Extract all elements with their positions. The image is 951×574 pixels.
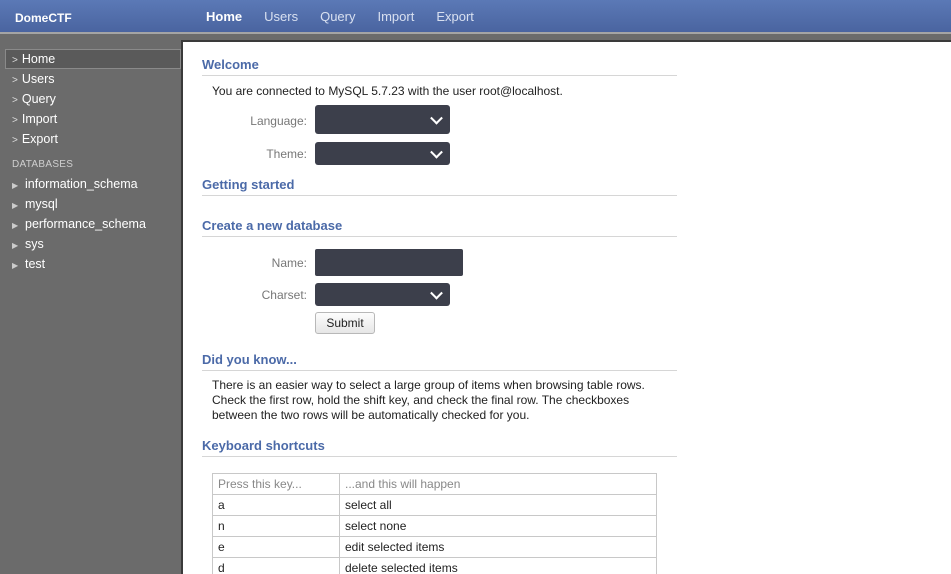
expand-triangle-icon[interactable]: ▶	[12, 216, 20, 236]
table-row: e edit selected items	[212, 536, 657, 558]
shortcut-key: e	[212, 536, 340, 558]
name-label: Name:	[271, 256, 307, 270]
theme-label: Theme:	[266, 147, 307, 161]
top-nav: Home Users Query Import Export	[206, 9, 496, 24]
database-item-test[interactable]: ▶ test	[0, 254, 181, 274]
table-row: d delete selected items	[212, 557, 657, 574]
sidebar-item-label: Export	[21, 132, 58, 146]
database-name-input[interactable]	[315, 249, 463, 276]
table-row: n select none	[212, 515, 657, 537]
shortcut-key: d	[212, 557, 340, 574]
did-you-know-title: Did you know...	[202, 352, 677, 371]
submit-button[interactable]: Submit	[315, 312, 375, 334]
expand-triangle-icon[interactable]: ▶	[12, 196, 20, 216]
top-bar: DomeCTF Home Users Query Import Export	[0, 0, 951, 34]
top-nav-import[interactable]: Import	[377, 9, 414, 24]
sidebar-item-label: Home	[21, 52, 56, 66]
keyboard-shortcuts-table: Press this key... ...and this will happe…	[212, 473, 657, 574]
language-select[interactable]	[315, 105, 450, 134]
shortcut-action: select none	[339, 515, 657, 537]
databases-heading: DATABASES	[12, 159, 74, 170]
expand-triangle-icon[interactable]: ▶	[12, 236, 20, 256]
name-row: Name:	[202, 249, 677, 283]
expand-triangle-icon[interactable]: ▶	[12, 176, 20, 196]
language-row: Language:	[202, 105, 677, 142]
sidebar-item-home[interactable]: > Home	[5, 49, 181, 69]
shortcut-key: n	[212, 515, 340, 537]
sidebar-item-label: Query	[21, 92, 56, 106]
charset-row: Charset:	[202, 283, 677, 312]
database-label: performance_schema	[25, 217, 146, 231]
database-label: mysql	[25, 197, 58, 211]
chevron-down-icon	[430, 286, 443, 300]
database-label: test	[25, 257, 46, 271]
chevron-down-icon	[430, 111, 443, 125]
top-nav-query[interactable]: Query	[320, 9, 355, 24]
sidebar-item-label: Import	[21, 112, 58, 126]
welcome-title: Welcome	[202, 57, 677, 76]
shortcut-action: delete selected items	[339, 557, 657, 574]
brand-logo[interactable]: DomeCTF	[15, 11, 72, 25]
database-item-sys[interactable]: ▶ sys	[0, 234, 181, 254]
database-item-mysql[interactable]: ▶ mysql	[0, 194, 181, 214]
top-nav-users[interactable]: Users	[264, 9, 298, 24]
shortcut-key: a	[212, 494, 340, 516]
expand-triangle-icon[interactable]: ▶	[12, 256, 20, 276]
language-label: Language:	[250, 114, 307, 128]
top-nav-home[interactable]: Home	[206, 9, 242, 24]
create-database-title: Create a new database	[202, 218, 677, 237]
chevron-down-icon	[430, 145, 443, 159]
sidebar-item-query[interactable]: > Query	[0, 89, 181, 109]
database-label: sys	[25, 237, 44, 251]
keyboard-shortcuts-title: Keyboard shortcuts	[202, 438, 677, 457]
connection-info: You are connected to MySQL 5.7.23 with t…	[212, 84, 563, 98]
chevron-right-icon: >	[12, 135, 18, 146]
main-panel: Welcome You are connected to MySQL 5.7.2…	[181, 40, 951, 574]
sidebar: > Home > Users > Query > Import > Export DATA…	[0, 34, 181, 574]
sidebar-item-import[interactable]: > Import	[0, 109, 181, 129]
sidebar-item-export[interactable]: > Export	[0, 129, 181, 149]
chevron-right-icon: >	[12, 115, 18, 126]
theme-select[interactable]	[315, 142, 450, 165]
table-row: a select all	[212, 494, 657, 516]
getting-started-title: Getting started	[202, 177, 677, 196]
top-nav-export[interactable]: Export	[436, 9, 474, 24]
database-item-performance-schema[interactable]: ▶ performance_schema	[0, 214, 181, 234]
sidebar-item-label: Users	[21, 72, 55, 86]
charset-select[interactable]	[315, 283, 450, 306]
chevron-right-icon: >	[12, 95, 18, 106]
table-header-row: Press this key... ...and this will happe…	[212, 473, 657, 495]
submit-row: Submit	[202, 312, 677, 352]
chevron-right-icon: >	[12, 55, 18, 66]
charset-label: Charset:	[261, 288, 307, 302]
shortcut-action: select all	[339, 494, 657, 516]
did-you-know-text: There is an easier way to select a large…	[212, 378, 645, 422]
database-label: information_schema	[25, 177, 138, 191]
theme-row: Theme:	[202, 142, 677, 172]
sidebar-item-users[interactable]: > Users	[0, 69, 181, 89]
shortcut-action: edit selected items	[339, 536, 657, 558]
column-header-action: ...and this will happen	[339, 473, 657, 495]
database-item-information-schema[interactable]: ▶ information_schema	[0, 174, 181, 194]
chevron-right-icon: >	[12, 75, 18, 86]
column-header-key: Press this key...	[212, 473, 340, 495]
